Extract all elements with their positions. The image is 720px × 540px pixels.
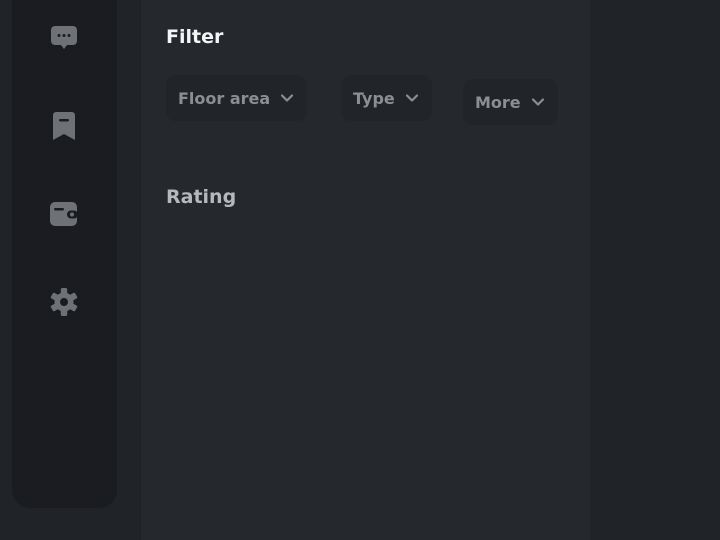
- app-window: Filter Floor area Type More Rating: [0, 0, 720, 540]
- type-dropdown[interactable]: Type: [341, 75, 432, 121]
- more-dropdown[interactable]: More: [463, 79, 558, 125]
- chevron-down-icon: [280, 93, 294, 103]
- type-dropdown-label: Type: [353, 88, 395, 108]
- gear-icon[interactable]: [48, 286, 80, 318]
- filter-panel: Filter Floor area Type More Rating: [141, 0, 590, 540]
- chevron-down-icon: [531, 97, 545, 107]
- sidebar: [12, 0, 117, 508]
- rating-title: Rating: [166, 186, 237, 208]
- bookmark-icon[interactable]: [48, 110, 80, 142]
- floor-area-dropdown[interactable]: Floor area: [166, 75, 308, 121]
- more-dropdown-label: More: [475, 92, 521, 112]
- content-area: [590, 0, 720, 540]
- floor-area-dropdown-label: Floor area: [178, 88, 271, 108]
- filter-title: Filter: [166, 26, 224, 48]
- chevron-down-icon: [405, 93, 419, 103]
- chat-bubble-icon[interactable]: [48, 22, 80, 54]
- wallet-icon[interactable]: [48, 198, 80, 230]
